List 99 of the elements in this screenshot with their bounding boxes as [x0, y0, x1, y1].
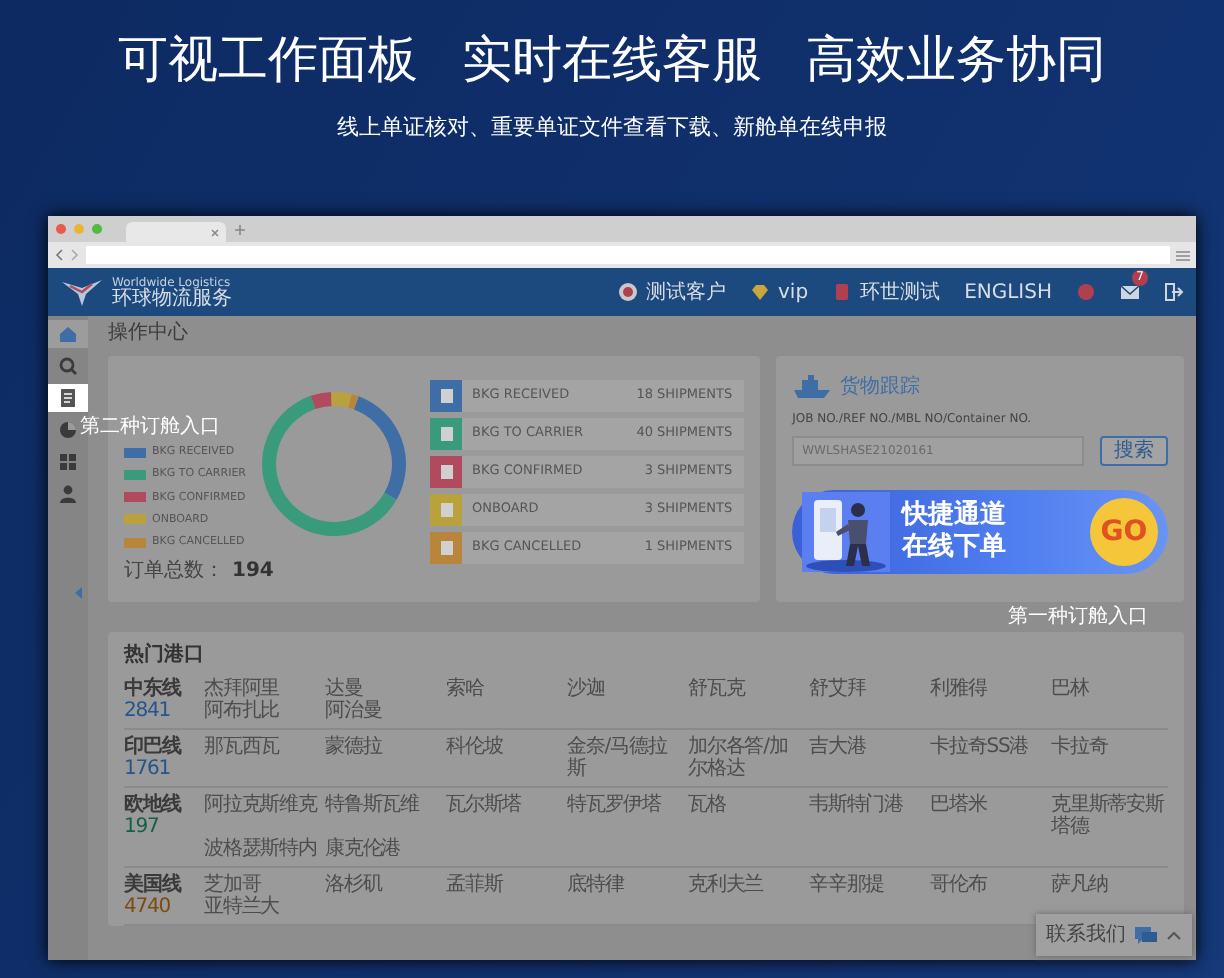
search-button[interactable]: 搜索 — [1100, 436, 1168, 466]
port-link[interactable]: 卡拉奇SS港 — [930, 736, 1047, 781]
legend-swatch — [124, 469, 146, 480]
port-link[interactable]: 科伦坡 — [446, 736, 563, 781]
back-icon[interactable] — [54, 248, 64, 262]
port-link[interactable]: 芝加哥 — [204, 874, 321, 897]
port-link[interactable]: 哥伦布 — [930, 874, 1047, 897]
total-label: 订单总数： — [124, 557, 224, 587]
port-link[interactable]: 达曼 — [325, 678, 442, 701]
route-name: 印巴线 — [124, 736, 184, 759]
logo-icon — [60, 276, 104, 308]
ship-icon — [792, 374, 833, 400]
port-link[interactable]: 沙迦 — [567, 678, 684, 701]
banner-text: 快捷通道 — [902, 500, 1007, 532]
headline: 实时在线客服 — [462, 30, 762, 88]
logout-icon[interactable] — [1164, 282, 1184, 302]
brand-subtitle: 环球物流服务 — [112, 289, 232, 309]
port-link[interactable]: 杰拜阿里 — [204, 678, 321, 701]
port-link[interactable]: 瓦尔斯塔 — [446, 794, 563, 839]
port-link[interactable]: 蒙德拉 — [325, 736, 442, 781]
legend-swatch — [124, 514, 146, 525]
route-count: 197 — [124, 816, 161, 839]
port-link[interactable]: 底特律 — [567, 874, 684, 897]
port-link[interactable]: 舒艾拜 — [809, 678, 926, 701]
document-icon — [439, 502, 453, 518]
port-link[interactable]: 克里斯蒂安斯塔德 — [1051, 794, 1168, 839]
document-icon — [439, 540, 453, 556]
forward-icon[interactable] — [70, 248, 80, 262]
legend-swatch — [124, 447, 146, 458]
port-link[interactable]: 洛杉矶 — [325, 874, 442, 897]
mail-icon[interactable] — [1120, 282, 1140, 302]
callout-label: 第二种订舱入口 — [80, 413, 220, 442]
port-link[interactable]: 康克伦港 — [325, 838, 442, 861]
document-icon — [439, 426, 453, 442]
pie-chart-icon — [58, 420, 78, 440]
port-link[interactable]: 索哈 — [446, 678, 563, 701]
legend-swatch — [124, 537, 146, 548]
contact-widget[interactable]: 联系我们 — [1036, 914, 1192, 956]
chat-icon — [1134, 925, 1158, 945]
headline: 高效业务协同 — [806, 30, 1106, 88]
contact-label: 联系我们 — [1046, 921, 1126, 950]
route-count: 4740 — [124, 896, 173, 919]
card-title: 货物跟踪 — [840, 373, 921, 402]
order-banner[interactable]: 快捷通道 在线下单 GO — [792, 490, 1168, 574]
port-link[interactable]: 萨凡纳 — [1051, 874, 1168, 897]
header-link[interactable]: vip — [778, 277, 809, 307]
port-link[interactable]: 瓦格 — [688, 794, 805, 839]
route-name: 中东线 — [124, 678, 184, 701]
document-icon — [439, 388, 453, 404]
port-link[interactable]: 特瓦罗伊塔 — [567, 794, 684, 839]
home-icon — [58, 324, 78, 344]
close-icon[interactable] — [210, 227, 220, 237]
route-name: 美国线 — [124, 874, 184, 897]
port-link[interactable]: 孟菲斯 — [446, 874, 563, 897]
banner-text: 在线下单 — [902, 532, 1007, 564]
menu-icon[interactable] — [1176, 249, 1190, 261]
diamond-icon[interactable] — [750, 282, 771, 302]
port-link[interactable]: 波格瑟斯特内 — [204, 838, 321, 861]
port-link[interactable]: 韦斯特门港 — [809, 794, 926, 839]
route-count: 1761 — [124, 758, 173, 781]
port-link[interactable]: 阿治曼 — [325, 700, 442, 723]
grid-icon — [58, 452, 78, 472]
header-link[interactable]: 环世测试 — [860, 277, 941, 307]
sidebar-item[interactable] — [48, 384, 88, 412]
search-icon — [58, 356, 78, 376]
port-link[interactable]: 阿布扎比 — [204, 700, 321, 723]
subtitle: 线上单证核对、重要单证文件查看下载、新舱单在线申报 — [337, 112, 887, 144]
legend-swatch — [124, 492, 146, 503]
go-button[interactable]: GO — [1090, 498, 1158, 566]
port-link[interactable]: 阿拉克斯维克 — [204, 794, 321, 839]
caret-icon — [1166, 930, 1182, 940]
port-link[interactable]: 加尔各答/加尔格达 — [688, 736, 805, 781]
port-link[interactable]: 特鲁斯瓦维 — [325, 794, 442, 839]
port-link[interactable]: 巴塔米 — [930, 794, 1047, 839]
port-link[interactable]: 金奈/马德拉斯 — [567, 736, 684, 781]
port-link[interactable]: 那瓦西瓦 — [204, 736, 321, 781]
port-link[interactable]: 巴林 — [1051, 678, 1168, 701]
header-link[interactable]: 测试客户 — [646, 277, 727, 307]
port-link[interactable]: 舒瓦克 — [688, 678, 805, 701]
total-count: 194 — [232, 558, 274, 587]
route-name: 欧地线 — [124, 794, 184, 817]
port-link[interactable]: 利雅得 — [930, 678, 1047, 701]
section-title: 热门港口 — [124, 640, 206, 671]
callout-label: 第一种订舱入口 — [1008, 603, 1148, 633]
port-link[interactable]: 吉大港 — [809, 736, 926, 781]
port-link[interactable]: 卡拉奇 — [1051, 736, 1168, 781]
language-link[interactable]: ENGLISH — [964, 277, 1052, 307]
port-link[interactable]: 亚特兰大 — [204, 896, 321, 919]
port-link[interactable]: 克利夫兰 — [688, 874, 805, 897]
headline: 可视工作面板 — [118, 30, 418, 88]
document-icon — [58, 388, 78, 408]
document-icon — [439, 464, 453, 480]
address-field[interactable] — [86, 246, 1170, 264]
route-count: 2841 — [124, 700, 173, 723]
user-icon — [58, 484, 78, 504]
new-tab-icon[interactable] — [234, 223, 246, 235]
breadcrumb: 操作中心 — [108, 320, 190, 346]
location-icon[interactable] — [618, 282, 639, 302]
port-link[interactable]: 辛辛那提 — [809, 874, 926, 897]
